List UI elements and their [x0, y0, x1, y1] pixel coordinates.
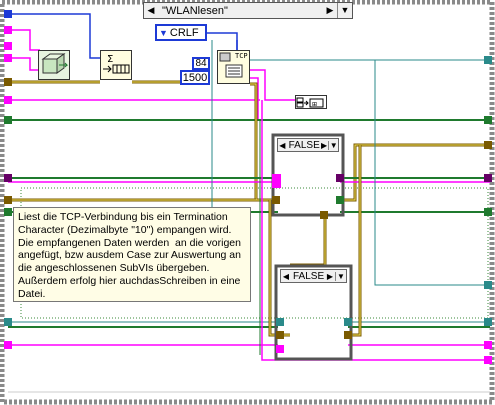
tcp-label: TCP	[235, 52, 248, 60]
buffer-icon: Σ	[103, 54, 130, 74]
crlf-constant[interactable]: ▼ CRLF	[155, 24, 207, 41]
timeout-constant[interactable]: 1500	[180, 70, 210, 85]
inner-case-1-dropdown-icon[interactable]: ▼	[328, 140, 338, 150]
inner-case-1[interactable]: ◀ FALSE ▶ ▼	[273, 135, 343, 215]
inner-case-2[interactable]: ◀ FALSE ▶ ▼	[276, 266, 351, 359]
subvi-icon-2[interactable]: Σ	[100, 50, 132, 80]
subvi-icon-1[interactable]	[38, 50, 70, 80]
svg-text:Σ: Σ	[107, 54, 113, 65]
comment-box[interactable]: Liest die TCP-Verbindung bis ein Termina…	[13, 207, 251, 302]
package-icon	[41, 53, 69, 74]
case-selector-label[interactable]: "WLANlesen"	[158, 5, 323, 17]
inner-case-2-label[interactable]: FALSE	[291, 271, 325, 282]
case-dropdown-icon[interactable]: ▼	[337, 3, 352, 18]
case-selector[interactable]: ◀ "WLANlesen" ▶ ▼	[143, 2, 353, 19]
case-next-arrow-icon[interactable]: ▶	[323, 5, 337, 16]
convert-icon: ⊞	[296, 97, 324, 108]
left-tunnels	[4, 10, 12, 349]
inner-case-2-prev-icon[interactable]: ◀	[281, 272, 291, 281]
inner-case-2-next-icon[interactable]: ▶	[325, 272, 335, 281]
bytes-to-read-constant[interactable]: 84	[192, 57, 210, 70]
inner-case-1-prev-icon[interactable]: ◀	[278, 141, 287, 150]
inner-case-2-selector[interactable]: ◀ FALSE ▶ ▼	[280, 269, 347, 283]
inner-case-1-selector[interactable]: ◀ FALSE ▶ ▼	[277, 138, 339, 152]
ring-dropdown-icon[interactable]: ▼	[157, 28, 170, 38]
svg-text:⊞: ⊞	[312, 101, 317, 108]
inner-case-1-next-icon[interactable]: ▶	[320, 141, 329, 150]
crlf-label: CRLF	[169, 26, 199, 39]
inner-case-1-label[interactable]: FALSE	[287, 140, 320, 151]
subvi-icon-3[interactable]: ⊞	[295, 95, 327, 109]
inner-case-2-dropdown-icon[interactable]: ▼	[335, 271, 346, 281]
case-prev-arrow-icon[interactable]: ◀	[144, 5, 158, 16]
